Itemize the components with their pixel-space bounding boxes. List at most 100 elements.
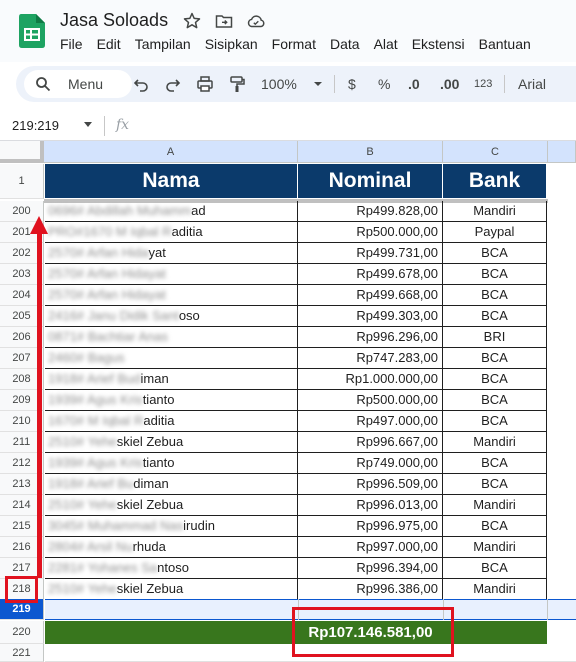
name-cell[interactable]: 1939# Agus Kristianto bbox=[45, 390, 298, 411]
menu-help[interactable]: Bantuan bbox=[479, 36, 531, 52]
name-cell[interactable]: 2281# Yohanes Santoso bbox=[45, 558, 298, 579]
header-cell-nominal[interactable]: Nominal bbox=[298, 164, 443, 198]
name-text: skiel Zebua bbox=[116, 581, 184, 596]
nominal-cell[interactable]: Rp997.000,00 bbox=[298, 537, 443, 558]
menu-search-button[interactable]: Menu bbox=[24, 70, 132, 98]
menu-view[interactable]: Tampilan bbox=[135, 36, 191, 52]
bank-cell[interactable]: Paypal bbox=[443, 222, 547, 243]
header-cell-nama[interactable]: Nama bbox=[45, 164, 298, 198]
percent-format-button[interactable]: % bbox=[378, 76, 390, 92]
bank-cell[interactable]: BCA bbox=[443, 453, 547, 474]
redo-icon[interactable] bbox=[164, 75, 182, 93]
bank-cell[interactable]: BCA bbox=[443, 369, 547, 390]
nominal-cell[interactable]: Rp500.000,00 bbox=[298, 390, 443, 411]
move-to-folder-icon[interactable] bbox=[214, 11, 234, 31]
row-header[interactable]: 221 bbox=[0, 644, 44, 662]
nominal-cell[interactable]: Rp499.731,00 bbox=[298, 243, 443, 264]
nominal-cell[interactable]: Rp996.296,00 bbox=[298, 327, 443, 348]
nominal-cell[interactable]: Rp749.000,00 bbox=[298, 453, 443, 474]
column-header-a[interactable]: A bbox=[44, 141, 298, 163]
nominal-cell[interactable]: Rp996.667,00 bbox=[298, 432, 443, 453]
column-header-b[interactable]: B bbox=[298, 141, 443, 163]
bank-cell[interactable]: BCA bbox=[443, 348, 547, 369]
nominal-cell[interactable]: Rp1.000.000,00 bbox=[298, 369, 443, 390]
nominal-cell[interactable]: Rp499.828,00 bbox=[298, 201, 443, 222]
bank-cell[interactable]: Mandiri bbox=[443, 579, 547, 600]
name-box-dropdown-icon[interactable] bbox=[84, 122, 92, 127]
print-icon[interactable] bbox=[196, 75, 214, 93]
name-cell[interactable]: 3045# Muhammad Nasirudin bbox=[45, 516, 298, 537]
nominal-cell[interactable]: Rp497.000,00 bbox=[298, 411, 443, 432]
header-cell-bank[interactable]: Bank bbox=[443, 164, 547, 198]
menu-file[interactable]: File bbox=[60, 36, 83, 52]
nominal-cell[interactable]: Rp996.394,00 bbox=[298, 558, 443, 579]
increase-decimal-button[interactable]: .00 bbox=[440, 76, 459, 92]
nominal-cell[interactable]: Rp500.000,00 bbox=[298, 222, 443, 243]
nominal-cell[interactable]: Rp499.668,00 bbox=[298, 285, 443, 306]
name-cell[interactable]: 1670# M Iqbal Raditia bbox=[45, 411, 298, 432]
name-cell[interactable]: 1939# Agus Kristianto bbox=[45, 453, 298, 474]
nominal-cell[interactable]: Rp499.678,00 bbox=[298, 264, 443, 285]
bank-cell[interactable]: BCA bbox=[443, 390, 547, 411]
bank-cell[interactable]: BCA bbox=[443, 516, 547, 537]
column-header-c[interactable]: C bbox=[443, 141, 548, 163]
bank-cell[interactable]: Mandiri bbox=[443, 537, 547, 558]
menu-edit[interactable]: Edit bbox=[97, 36, 121, 52]
cloud-status-icon[interactable] bbox=[246, 11, 266, 31]
name-cell[interactable]: 2570# Arfan Hidayat bbox=[45, 264, 298, 285]
currency-format-button[interactable]: $ bbox=[348, 76, 356, 92]
font-select[interactable]: Arial bbox=[518, 76, 546, 92]
nominal-cell[interactable]: Rp996.386,00 bbox=[298, 579, 443, 600]
bank-cell[interactable]: Mandiri bbox=[443, 432, 547, 453]
menu-insert[interactable]: Sisipkan bbox=[205, 36, 258, 52]
bank-cell[interactable]: BCA bbox=[443, 411, 547, 432]
nominal-cell[interactable]: Rp996.975,00 bbox=[298, 516, 443, 537]
name-cell[interactable]: 2460# Bagus bbox=[45, 348, 298, 369]
bank-cell[interactable]: BRI bbox=[443, 327, 547, 348]
name-cell[interactable]: 2510# Yeheskiel Zebua bbox=[45, 432, 298, 453]
name-cell[interactable]: 1918# Arief Budiman bbox=[45, 474, 298, 495]
menu-tools[interactable]: Alat bbox=[374, 36, 398, 52]
menu-format[interactable]: Format bbox=[272, 36, 316, 52]
row-header[interactable]: 220 bbox=[0, 621, 44, 644]
name-cell[interactable]: 2510# Yeheskiel Zebua bbox=[45, 579, 298, 600]
nominal-cell[interactable]: Rp747.283,00 bbox=[298, 348, 443, 369]
menu-extensions[interactable]: Ekstensi bbox=[412, 36, 465, 52]
row-header[interactable]: 1 bbox=[0, 164, 44, 199]
zoom-dropdown-icon[interactable] bbox=[309, 75, 327, 93]
nominal-cell[interactable]: Rp499.303,00 bbox=[298, 306, 443, 327]
bank-cell[interactable]: Mandiri bbox=[443, 201, 547, 222]
bank-cell[interactable]: BCA bbox=[443, 264, 547, 285]
name-cell[interactable]: PRO#1670 M Iqbal Raditia bbox=[45, 222, 298, 243]
bank-cell[interactable]: BCA bbox=[443, 243, 547, 264]
name-cell[interactable]: 2570# Arfan Hidayat bbox=[45, 243, 298, 264]
star-icon[interactable] bbox=[182, 11, 202, 31]
zoom-select[interactable]: 100% bbox=[261, 76, 297, 92]
decrease-decimal-button[interactable]: .0 bbox=[408, 76, 420, 92]
menu-data[interactable]: Data bbox=[330, 36, 360, 52]
name-box[interactable]: 219:219 bbox=[12, 118, 59, 133]
paint-format-icon[interactable] bbox=[228, 75, 246, 93]
name-cell[interactable]: 2804# Arsil Nurhuda bbox=[45, 537, 298, 558]
nominal-cell[interactable]: Rp996.013,00 bbox=[298, 495, 443, 516]
bank-cell[interactable]: BCA bbox=[443, 474, 547, 495]
select-all-corner[interactable] bbox=[0, 141, 44, 163]
bank-cell[interactable]: BCA bbox=[443, 558, 547, 579]
bank-cell[interactable]: BCA bbox=[443, 306, 547, 327]
bank-cell[interactable]: Mandiri bbox=[443, 495, 547, 516]
bank-cell[interactable]: BCA bbox=[443, 285, 547, 306]
name-cell[interactable]: 1918# Arief Budiman bbox=[45, 369, 298, 390]
sheets-logo-icon[interactable] bbox=[19, 14, 45, 48]
more-formats-button[interactable]: 123 bbox=[474, 78, 492, 90]
column-header-d[interactable] bbox=[548, 141, 576, 163]
redacted-name-text: 2510# Yehe bbox=[48, 497, 117, 512]
name-cell[interactable]: 2570# Arfan Hidayat bbox=[45, 285, 298, 306]
document-title[interactable]: Jasa Soloads bbox=[60, 10, 168, 31]
nominal-cell[interactable]: Rp996.509,00 bbox=[298, 474, 443, 495]
name-cell[interactable]: 0871# Bachtiar Anas bbox=[45, 327, 298, 348]
name-cell[interactable]: 0696# Abdillah Muhammad bbox=[45, 201, 298, 222]
name-cell[interactable]: 2416# Janu Didik Santoso bbox=[45, 306, 298, 327]
name-cell[interactable]: 2510# Yeheskiel Zebua bbox=[45, 495, 298, 516]
redacted-name-text: 1918# Arief Bu bbox=[48, 476, 134, 491]
undo-icon[interactable] bbox=[132, 75, 150, 93]
